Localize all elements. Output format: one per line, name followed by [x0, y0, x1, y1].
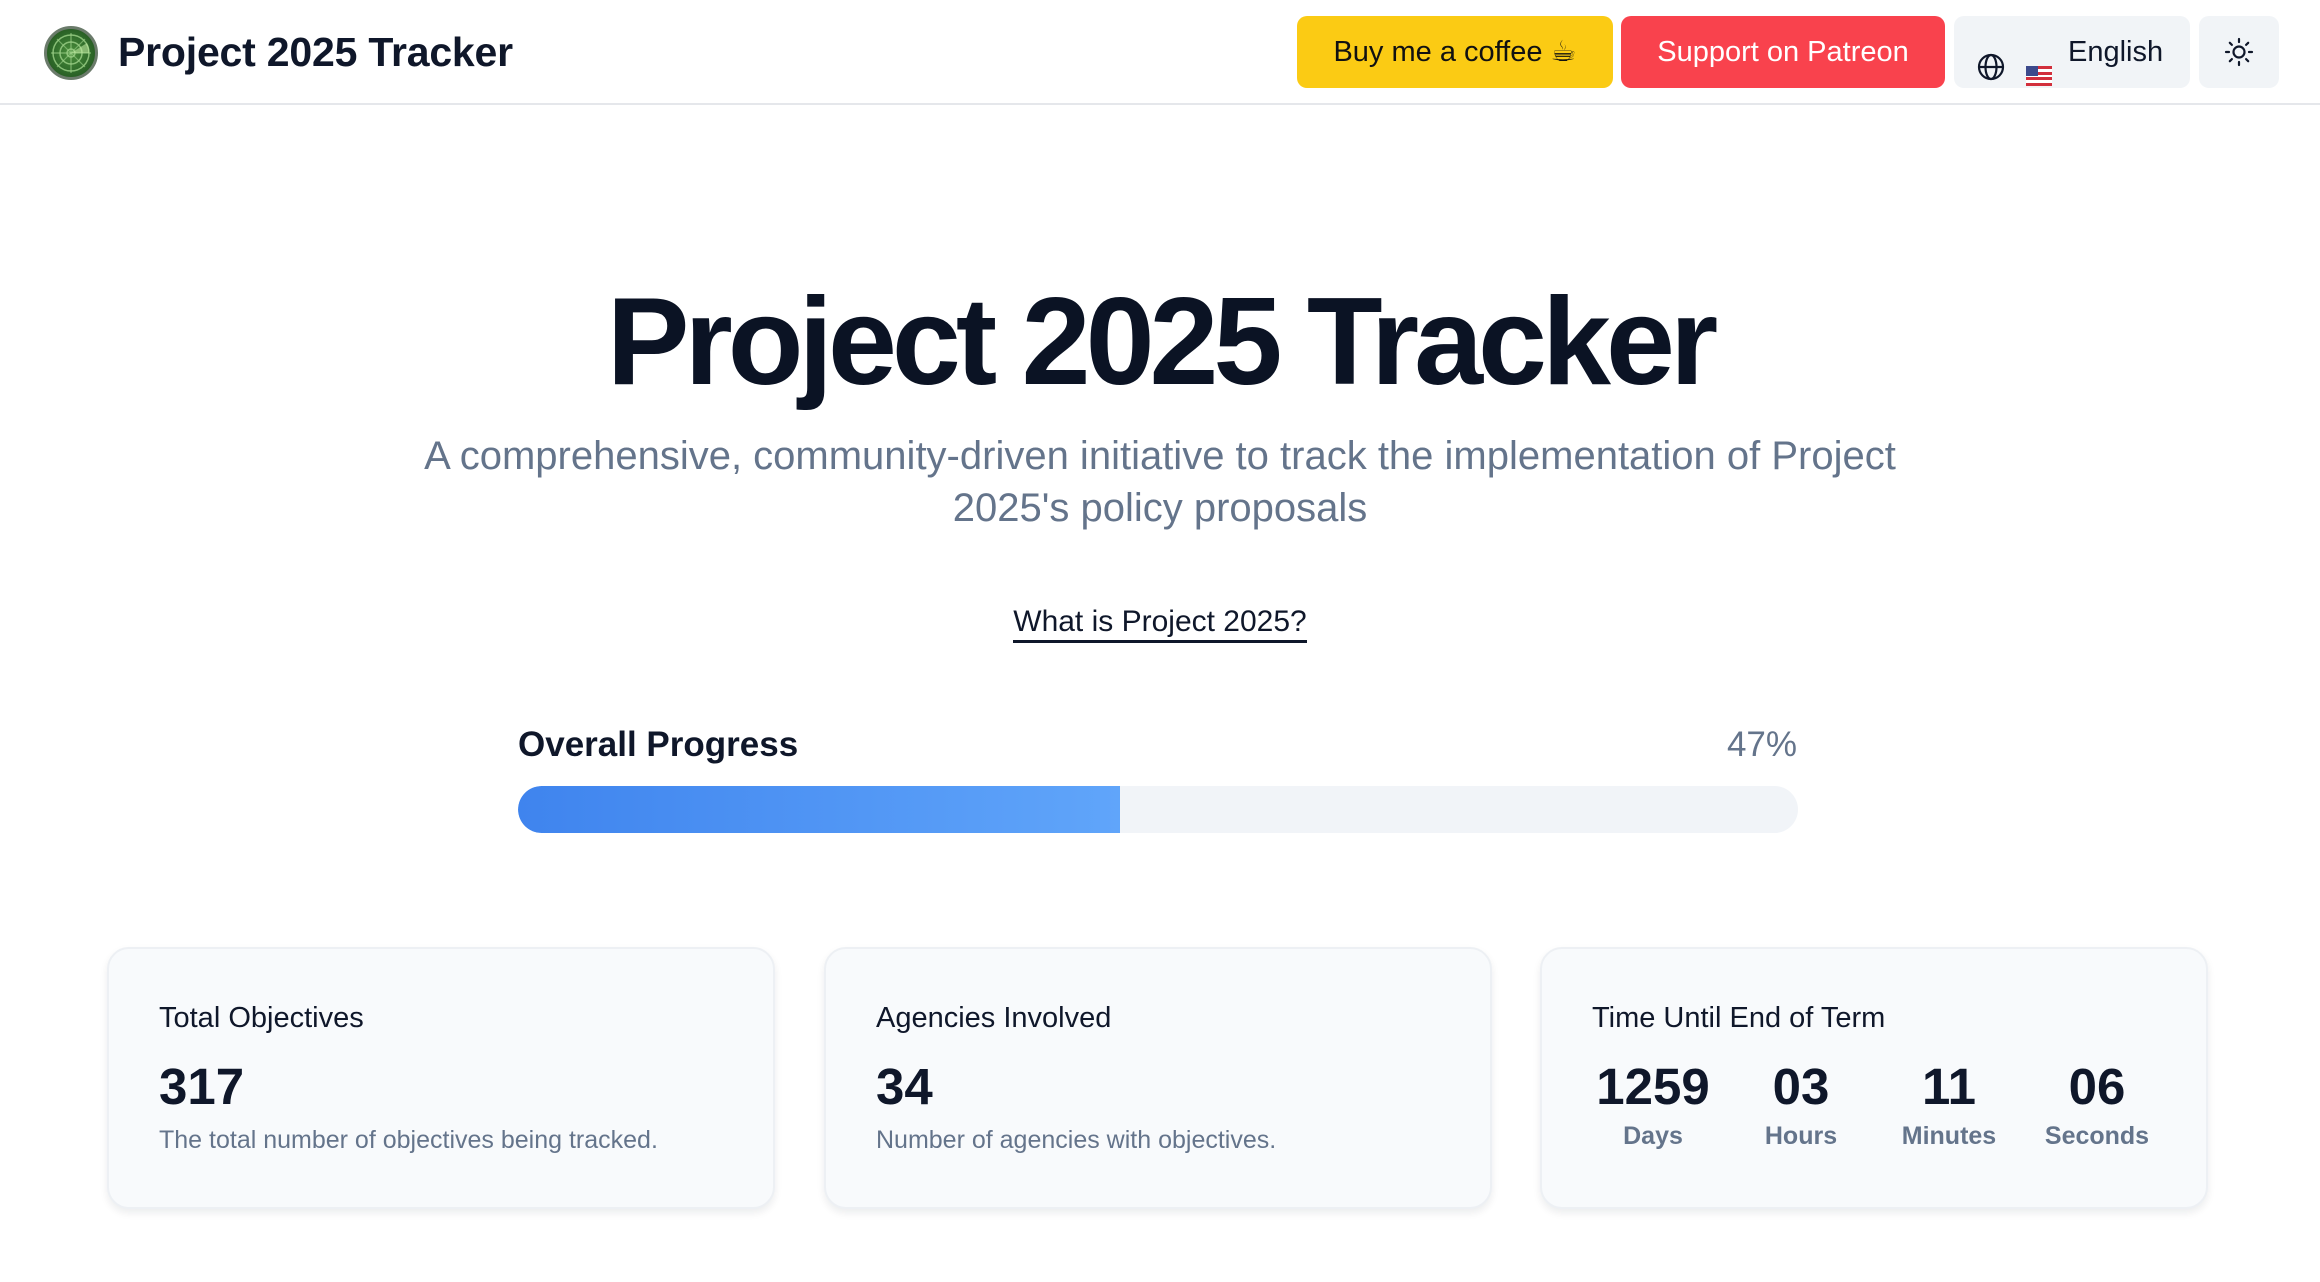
theme-toggle-button[interactable] — [2199, 16, 2279, 88]
top-navbar: Project 2025 Tracker Buy me a coffee ☕ S… — [0, 0, 2320, 105]
countdown-hours-value: 03 — [1772, 1058, 1830, 1115]
total-objectives-card: Total Objectives 317 The total number of… — [107, 947, 775, 1209]
countdown-minutes: 11 Minutes — [1874, 1057, 2024, 1153]
countdown-days: 1259 Days — [1578, 1057, 1728, 1153]
language-label: English — [2068, 36, 2164, 68]
card-description: The total number of objectives being tra… — [159, 1126, 658, 1154]
what-is-project-2025-section: What is Project 2025? — [0, 600, 2320, 644]
overall-progress-bar — [518, 786, 1798, 833]
term-countdown-card: Time Until End of Term 1259 Days 03 Hour… — [1540, 947, 2208, 1209]
globe-icon — [1976, 37, 2006, 81]
card-title: Total Objectives — [159, 1002, 364, 1034]
countdown-seconds-value: 06 — [2068, 1058, 2126, 1115]
radar-icon[interactable] — [44, 26, 98, 80]
overall-progress-fill — [518, 786, 1120, 833]
countdown-days-value: 1259 — [1596, 1058, 1710, 1115]
card-description: Number of agencies with objectives. — [876, 1126, 1277, 1154]
countdown-minutes-value: 11 — [1922, 1058, 1976, 1115]
agencies-involved-value: 34 — [876, 1058, 933, 1115]
countdown-seconds: 06 Seconds — [2022, 1057, 2172, 1153]
page-title: Project 2025 Tracker — [606, 273, 1718, 411]
countdown-hours: 03 Hours — [1726, 1057, 1876, 1153]
agencies-involved-card: Agencies Involved 34 Number of agencies … — [824, 947, 1492, 1209]
site-title[interactable]: Project 2025 Tracker — [118, 26, 513, 78]
language-selector[interactable]: English — [1954, 16, 2190, 88]
countdown-seconds-label: Seconds — [2044, 1122, 2150, 1150]
sun-icon — [2224, 37, 2254, 67]
countdown-days-label: Days — [1623, 1122, 1683, 1150]
card-title: Time Until End of Term — [1592, 1002, 1886, 1034]
overall-progress-label: Overall Progress — [518, 725, 799, 764]
support-on-patreon-button[interactable]: Support on Patreon — [1621, 16, 1945, 88]
countdown-minutes-label: Minutes — [1901, 1122, 1997, 1150]
countdown-hours-label: Hours — [1764, 1122, 1838, 1150]
what-is-project-2025-link[interactable]: What is Project 2025? — [1013, 605, 1307, 643]
page-subtitle: A comprehensive, community-driven initia… — [424, 434, 1896, 530]
us-flag-icon — [2026, 41, 2052, 86]
total-objectives-value: 317 — [159, 1058, 245, 1115]
overall-progress-percent: 47% — [1726, 725, 1797, 764]
buy-me-a-coffee-button[interactable]: Buy me a coffee ☕ — [1297, 16, 1613, 88]
card-title: Agencies Involved — [876, 1002, 1112, 1034]
